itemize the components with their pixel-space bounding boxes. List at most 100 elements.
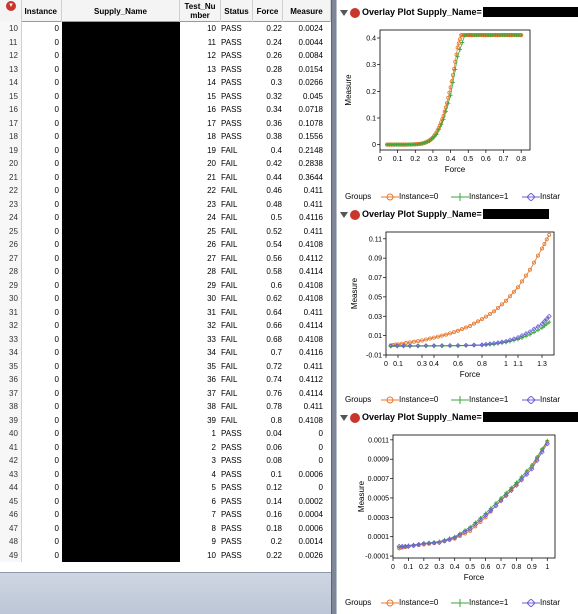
supply-name-cell-redacted[interactable] [62, 184, 180, 198]
force-cell[interactable]: 0.04 [253, 427, 283, 441]
supply-name-cell-redacted[interactable] [62, 278, 180, 292]
measure-cell[interactable]: 0.0014 [283, 535, 326, 549]
supply-name-cell-redacted[interactable] [62, 346, 180, 360]
plot-3-title-bar[interactable]: Overlay Plot Supply_Name= [337, 410, 578, 424]
table-row[interactable]: 18 0 18 PASS 0.38 0.1556 [0, 130, 331, 144]
test-number-cell[interactable]: 5 [180, 481, 218, 495]
instance-cell[interactable]: 0 [22, 279, 62, 293]
test-number-cell[interactable]: 36 [180, 373, 218, 387]
force-cell[interactable]: 0.38 [253, 130, 283, 144]
instance-cell[interactable]: 0 [22, 333, 62, 347]
status-cell[interactable]: FAIL [221, 252, 253, 266]
supply-name-cell-redacted[interactable] [62, 238, 180, 252]
supply-name-cell-redacted[interactable] [62, 251, 180, 265]
instance-cell[interactable]: 0 [22, 387, 62, 401]
status-cell[interactable]: PASS [221, 535, 253, 549]
table-row[interactable]: 28 0 28 FAIL 0.58 0.4114 [0, 265, 331, 279]
row-number[interactable]: 31 [0, 305, 22, 319]
status-cell[interactable]: PASS [221, 441, 253, 455]
force-cell[interactable]: 0.68 [253, 333, 283, 347]
measure-cell[interactable]: 0.0004 [283, 508, 326, 522]
column-header-measure[interactable]: Measure [283, 0, 331, 22]
row-number[interactable]: 28 [0, 265, 22, 279]
table-row[interactable]: 31 0 31 FAIL 0.64 0.411 [0, 305, 331, 319]
supply-name-cell-redacted[interactable] [62, 548, 180, 562]
table-row[interactable]: 43 0 4 PASS 0.1 0.0006 [0, 467, 331, 482]
instance-cell[interactable]: 0 [22, 117, 62, 131]
measure-cell[interactable]: 0.2838 [283, 157, 326, 171]
table-row[interactable]: 42 0 3 PASS 0.08 0 [0, 454, 331, 468]
table-row[interactable]: 33 0 33 FAIL 0.68 0.4108 [0, 332, 331, 347]
table-row[interactable]: 26 0 26 FAIL 0.54 0.4108 [0, 238, 331, 252]
instance-cell[interactable]: 0 [22, 427, 62, 441]
supply-name-cell-redacted[interactable] [62, 373, 180, 387]
instance-cell[interactable]: 0 [22, 22, 62, 36]
instance-cell[interactable]: 0 [22, 522, 62, 536]
force-cell[interactable]: 0.58 [253, 265, 283, 279]
force-cell[interactable]: 0.36 [253, 117, 283, 131]
table-row[interactable]: 29 0 29 FAIL 0.6 0.4108 [0, 278, 331, 293]
test-number-cell[interactable]: 15 [180, 90, 218, 104]
supply-name-cell-redacted[interactable] [62, 76, 180, 90]
measure-cell[interactable]: 0.4114 [283, 319, 326, 333]
row-number[interactable]: 36 [0, 373, 22, 387]
table-row[interactable]: 41 0 2 PASS 0.06 0 [0, 440, 331, 455]
test-number-cell[interactable]: 17 [180, 117, 218, 131]
measure-cell[interactable]: 0.411 [283, 360, 326, 374]
instance-cell[interactable]: 0 [22, 76, 62, 90]
row-number[interactable]: 43 [0, 467, 22, 481]
measure-cell[interactable]: 0.1078 [283, 117, 326, 131]
status-cell[interactable]: PASS [221, 63, 253, 77]
measure-cell[interactable]: 0.411 [283, 184, 326, 198]
instance-cell[interactable]: 0 [22, 157, 62, 171]
measure-cell[interactable]: 0 [283, 481, 326, 495]
table-row[interactable]: 14 0 14 PASS 0.3 0.0266 [0, 76, 331, 90]
instance-cell[interactable]: 0 [22, 90, 62, 104]
force-cell[interactable]: 0.6 [253, 279, 283, 293]
force-cell[interactable]: 0.5 [253, 211, 283, 225]
row-number[interactable]: 39 [0, 413, 22, 427]
row-number[interactable]: 45 [0, 494, 22, 508]
status-cell[interactable]: PASS [221, 468, 253, 482]
instance-cell[interactable]: 0 [22, 265, 62, 279]
test-number-cell[interactable]: 14 [180, 76, 218, 90]
force-cell[interactable]: 0.56 [253, 252, 283, 266]
instance-cell[interactable]: 0 [22, 468, 62, 482]
table-row[interactable]: 46 0 7 PASS 0.16 0.0004 [0, 508, 331, 522]
measure-cell[interactable]: 0.0266 [283, 76, 326, 90]
status-cell[interactable]: FAIL [221, 265, 253, 279]
force-cell[interactable]: 0.54 [253, 238, 283, 252]
row-number[interactable]: 32 [0, 319, 22, 333]
table-row[interactable]: 22 0 22 FAIL 0.46 0.411 [0, 184, 331, 198]
force-cell[interactable]: 0.78 [253, 400, 283, 414]
measure-cell[interactable]: 0.4112 [283, 373, 326, 387]
instance-cell[interactable]: 0 [22, 238, 62, 252]
supply-name-cell-redacted[interactable] [62, 197, 180, 211]
red-triangle-menu-icon[interactable]: ▾ [6, 1, 16, 11]
table-row[interactable]: 36 0 36 FAIL 0.74 0.4112 [0, 373, 331, 387]
status-cell[interactable]: FAIL [221, 144, 253, 158]
test-number-cell[interactable]: 11 [180, 36, 218, 50]
supply-name-cell-redacted[interactable] [62, 440, 180, 454]
table-row[interactable]: 17 0 17 PASS 0.36 0.1078 [0, 116, 331, 131]
supply-name-cell-redacted[interactable] [62, 359, 180, 373]
force-cell[interactable]: 0.42 [253, 157, 283, 171]
force-cell[interactable]: 0.74 [253, 373, 283, 387]
measure-cell[interactable]: 0.411 [283, 400, 326, 414]
table-row[interactable]: 12 0 12 PASS 0.26 0.0084 [0, 49, 331, 63]
instance-cell[interactable]: 0 [22, 319, 62, 333]
row-number[interactable]: 16 [0, 103, 22, 117]
supply-name-cell-redacted[interactable] [62, 130, 180, 144]
supply-name-cell-redacted[interactable] [62, 35, 180, 49]
instance-cell[interactable]: 0 [22, 373, 62, 387]
row-number[interactable]: 22 [0, 184, 22, 198]
measure-cell[interactable]: 0.0084 [283, 49, 326, 63]
measure-cell[interactable]: 0.4108 [283, 292, 326, 306]
measure-cell[interactable]: 0.4114 [283, 265, 326, 279]
force-cell[interactable]: 0.12 [253, 481, 283, 495]
supply-name-cell-redacted[interactable] [62, 427, 180, 441]
row-number[interactable]: 11 [0, 35, 22, 49]
test-number-cell[interactable]: 1 [180, 427, 218, 441]
status-cell[interactable]: PASS [221, 508, 253, 522]
status-cell[interactable]: PASS [221, 90, 253, 104]
